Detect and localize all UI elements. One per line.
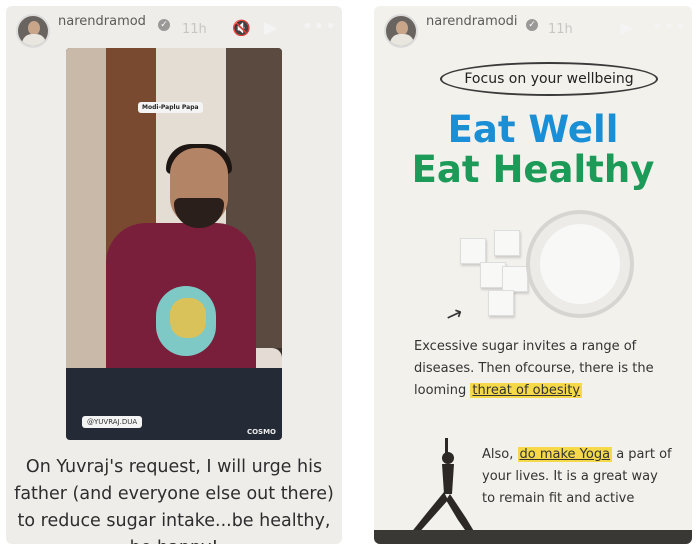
sugar-bowl-image	[526, 210, 634, 318]
headline-eat-healthy: Eat Healthy	[411, 148, 655, 191]
verified-badge-icon: ✓	[158, 19, 170, 31]
post-time: 11h	[182, 22, 207, 37]
more-icon[interactable]: •••	[652, 16, 687, 37]
avatar[interactable]	[384, 14, 418, 48]
creator-handle[interactable]: @YUVRAJ.DUA	[82, 416, 143, 428]
yoga-pose-icon	[410, 438, 478, 540]
mute-icon[interactable]: 🔇	[232, 19, 251, 37]
username[interactable]: narendramodi	[426, 14, 518, 29]
story-caption: On Yuvraj's request, I will urge his fat…	[14, 457, 334, 544]
curved-arrow-icon: ↗	[442, 299, 467, 329]
right-story-panel[interactable]: narendramodi ✓ 11h ▶ ••• Focus on your w…	[374, 6, 692, 544]
highlight-yoga: do make Yoga	[517, 447, 613, 462]
sugar-warning-text: Excessive sugar invites a range of disea…	[414, 339, 654, 398]
play-icon[interactable]: ▶	[264, 18, 277, 38]
left-story-panel[interactable]: narendramod ✓ 11h 🔇 ▶ ••• Modi-Paplu Pap…	[6, 6, 342, 544]
pill-text: Focus on your wellbeing	[464, 71, 634, 87]
post-time: 11h	[548, 22, 573, 37]
sugar-cube-icon	[494, 230, 520, 256]
sugar-cube-icon	[460, 238, 486, 264]
video-title-tag: Modi-Paplu Papa	[138, 102, 203, 113]
avatar[interactable]	[16, 14, 50, 48]
watermark: COSMO	[246, 428, 276, 436]
username[interactable]: narendramod	[58, 14, 146, 29]
story-header: narendramodi ✓ 11h ▶ •••	[374, 6, 692, 56]
play-icon[interactable]: ▶	[620, 18, 633, 38]
sugar-cube-icon	[502, 266, 528, 292]
story-video[interactable]: Modi-Paplu Papa @YUVRAJ.DUA COSMO	[66, 48, 282, 440]
verified-badge-icon: ✓	[526, 19, 538, 31]
sugar-cube-icon	[488, 290, 514, 316]
highlight-obesity: threat of obesity	[470, 383, 583, 398]
wellbeing-pill: Focus on your wellbeing	[440, 62, 658, 96]
headline-eat-well: Eat Well	[447, 108, 619, 151]
more-icon[interactable]: •••	[302, 16, 337, 37]
yoga-text: Also, do make Yoga a part of your lives.…	[482, 447, 672, 506]
floor	[374, 530, 692, 544]
